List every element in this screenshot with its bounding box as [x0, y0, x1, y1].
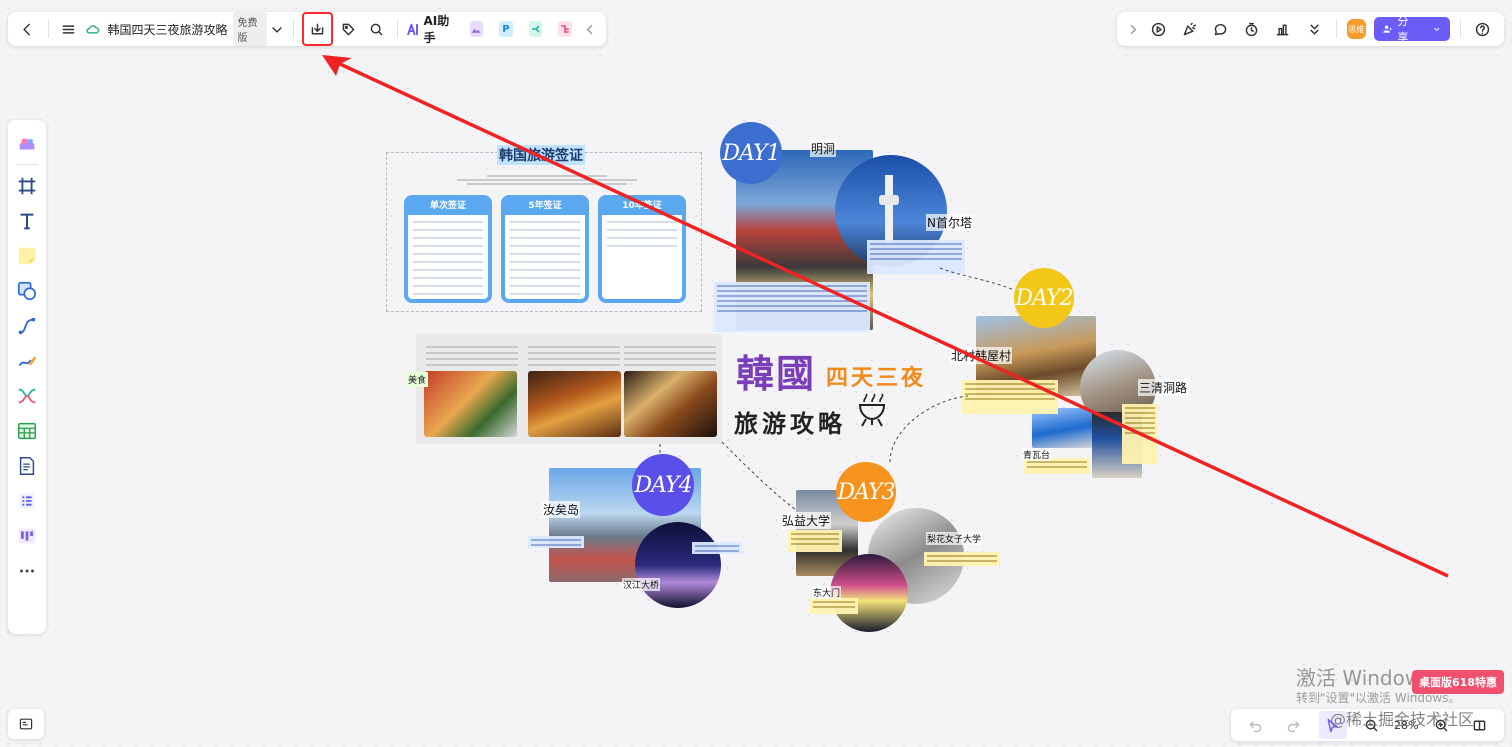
- red-arrow-head: [322, 55, 352, 76]
- red-arrow-line: [339, 62, 1449, 578]
- connector-line: [889, 395, 969, 463]
- windows-activation-watermark: 激活 Window: [1296, 666, 1422, 690]
- promo-banner[interactable]: 桌面版618特惠: [1412, 670, 1504, 694]
- annotation-overlay: [322, 55, 1449, 578]
- connector-line: [721, 441, 797, 511]
- connector-line: [939, 267, 1015, 291]
- community-watermark: @稀土掘金技术社区: [1330, 710, 1475, 729]
